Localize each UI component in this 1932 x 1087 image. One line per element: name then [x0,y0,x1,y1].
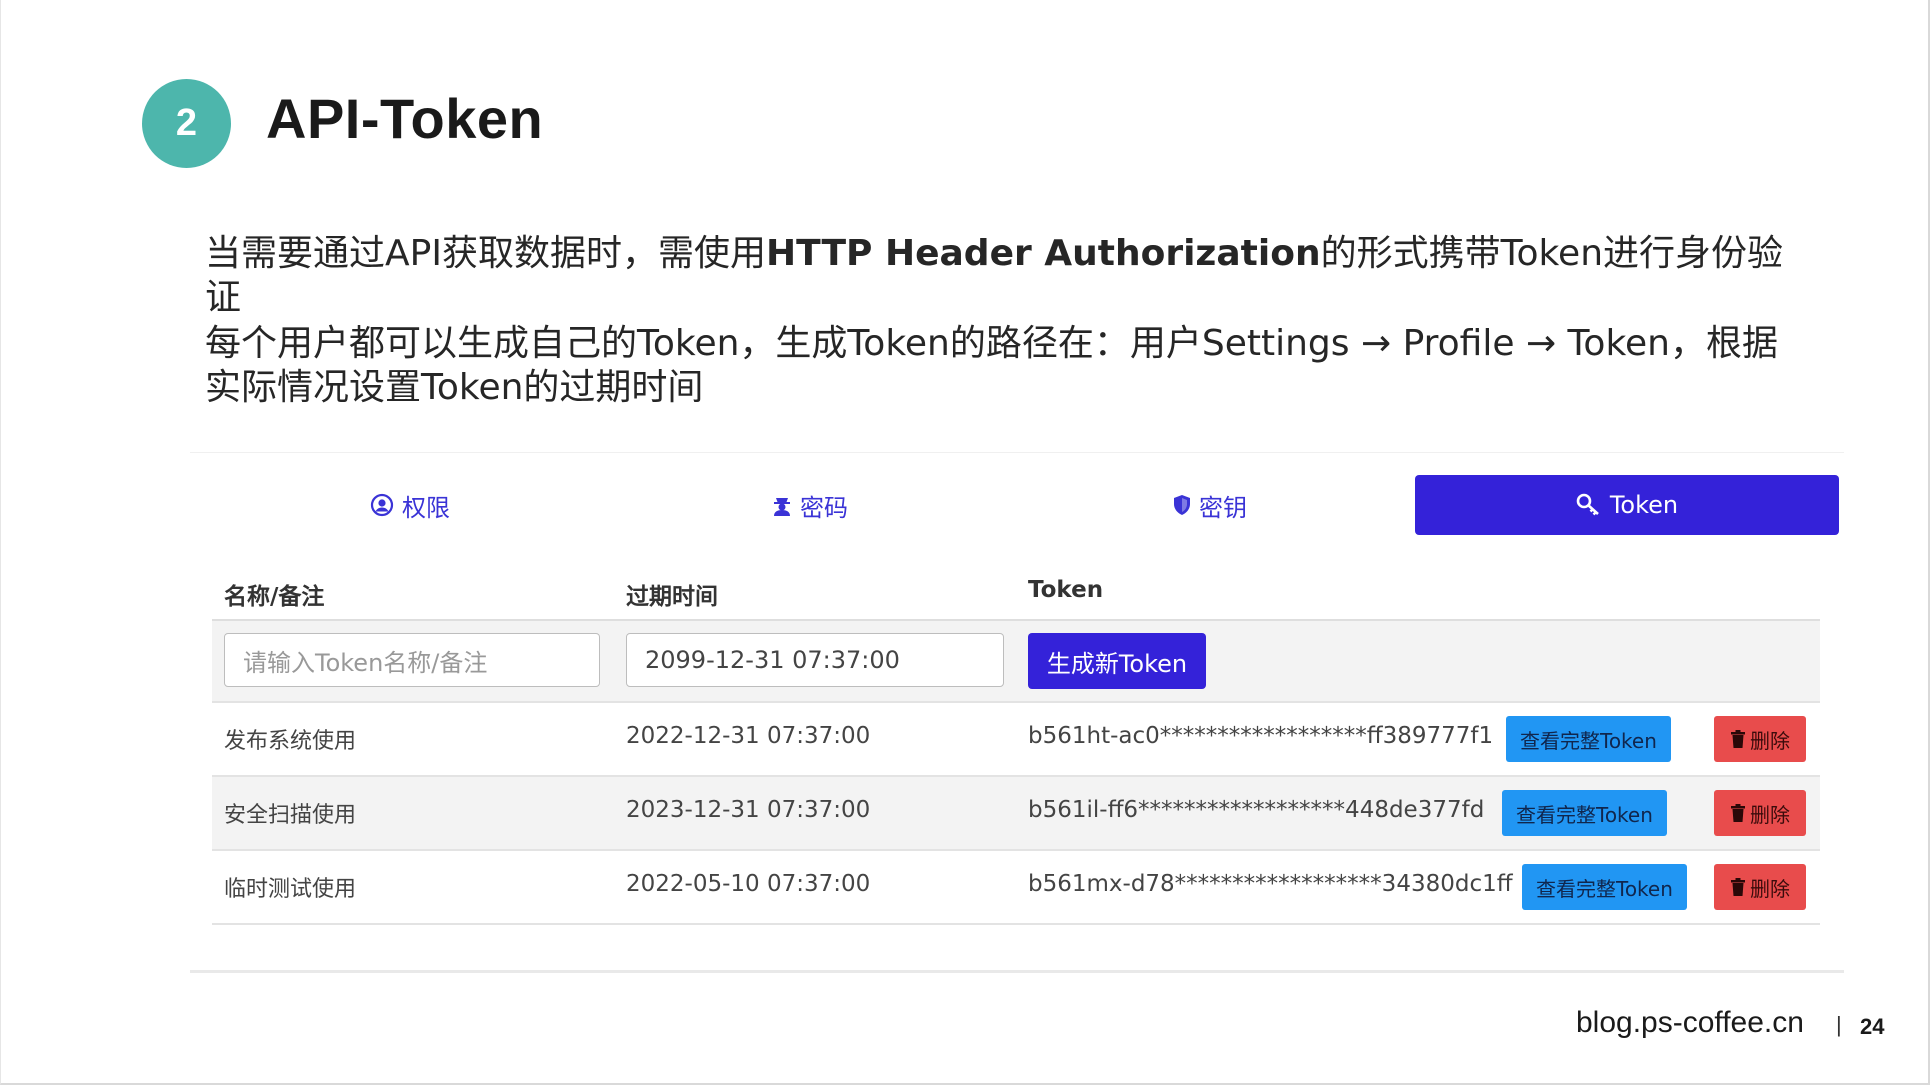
tab-keys[interactable]: 密钥 [1010,475,1410,535]
delete-token-button[interactable]: 删除 [1714,864,1806,910]
expiry-datetime-input[interactable]: 2099-12-31 07:37:00 [626,633,1004,687]
settings-tabs: 权限 密码 密钥 Token [210,475,1839,535]
token-name: 安全扫描使用 [224,803,357,828]
table-row: 临时测试使用 2022-05-10 07:37:00 b561mx-d78***… [212,851,1820,925]
token-masked: b561ht-ac0******************ff389777f1 [1028,723,1494,749]
header-token: Token [1028,577,1104,603]
page-number: 24 [1860,1014,1885,1039]
tab-token[interactable]: Token [1415,475,1839,535]
view-full-token-button[interactable]: 查看完整Token [1506,716,1671,762]
user-secret-icon [772,493,792,517]
token-masked: b561mx-d78******************34380dc1ff [1028,871,1513,897]
token-expiry: 2022-05-10 07:37:00 [626,871,871,897]
tab-label: 密钥 [1199,493,1247,522]
footer-separator: | [1836,1012,1842,1037]
tab-permissions[interactable]: 权限 [210,475,610,535]
table-row: 发布系统使用 2022-12-31 07:37:00 b561ht-ac0***… [212,703,1820,777]
table-header: 名称/备注 过期时间 Token [212,561,1820,621]
token-table: 名称/备注 过期时间 Token 请输入Token名称/备注 2099-12-3… [212,561,1820,925]
delete-label: 删除 [1750,802,1790,827]
token-expiry: 2023-12-31 07:37:00 [626,797,871,823]
view-full-token-button[interactable]: 查看完整Token [1502,790,1667,836]
delete-label: 删除 [1750,728,1790,753]
para1-prefix: 当需要通过API获取数据时，需使用 [205,233,766,274]
trash-icon [1730,804,1746,822]
header-name: 名称/备注 [224,584,325,610]
delete-token-button[interactable]: 删除 [1714,716,1806,762]
table-row: 安全扫描使用 2023-12-31 07:37:00 b561il-ff6***… [212,777,1820,851]
delete-token-button[interactable]: 删除 [1714,790,1806,836]
key-icon [1576,493,1602,517]
tab-label: 权限 [402,493,450,522]
view-full-token-button[interactable]: 查看完整Token [1522,864,1687,910]
token-masked: b561il-ff6******************448de377fd [1028,797,1485,823]
shield-icon [1173,494,1191,516]
trash-icon [1730,878,1746,896]
trash-icon [1730,730,1746,748]
footer-site: blog.ps-coffee.cn [1576,1006,1804,1039]
panel-divider [190,970,1844,973]
delete-label: 删除 [1750,876,1790,901]
user-circle-icon [370,493,394,517]
token-name-input[interactable]: 请输入Token名称/备注 [224,633,600,687]
tab-label: 密码 [800,493,848,522]
description-paragraph-1: 当需要通过API获取数据时，需使用HTTP Header Authorizati… [205,232,1805,320]
para1-bold: HTTP Header Authorization [765,233,1321,274]
token-name: 临时测试使用 [224,877,357,902]
new-token-row: 请输入Token名称/备注 2099-12-31 07:37:00 生成新Tok… [212,621,1820,703]
section-number-badge: 2 [142,79,231,168]
token-settings-panel: 权限 密码 密钥 Token 名称/备注 过期时间 Token 请输入Token… [190,452,1844,973]
header-expiry: 过期时间 [626,584,718,610]
tab-label: Token [1609,491,1679,519]
tab-password[interactable]: 密码 [610,475,1010,535]
description-paragraph-2: 每个用户都可以生成自己的Token，生成Token的路径在：用户Settings… [205,323,1778,408]
page-title: API-Token [266,87,544,150]
generate-token-button[interactable]: 生成新Token [1028,633,1206,689]
token-name: 发布系统使用 [224,729,357,754]
token-expiry: 2022-12-31 07:37:00 [626,723,871,749]
